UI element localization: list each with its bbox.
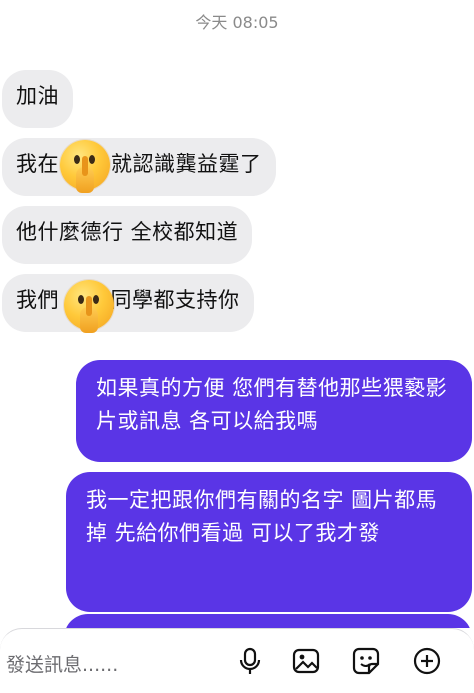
add-icon[interactable] (412, 646, 442, 676)
incoming-message[interactable]: 加油 (2, 70, 73, 128)
message-text-after: 就認識龔益霆了 (111, 152, 262, 176)
microphone-icon[interactable] (235, 646, 265, 676)
shushing-face-emoji (64, 280, 114, 333)
outgoing-message[interactable]: 我一定把跟你們有關的名字 圖片都馬掉 先給你們看過 可以了我才發 (66, 472, 472, 612)
message-composer: 發送訊息...... (0, 628, 474, 693)
message-text: 如果真的方便 您們有替他那些猥褻影片或訊息 各可以給我嗎 (96, 376, 448, 433)
message-input[interactable]: 發送訊息...... (6, 650, 118, 677)
chat-timestamp: 今天 08:05 (195, 13, 279, 32)
incoming-message[interactable]: 我在 就認識龔益霆了 (2, 138, 276, 196)
message-text: 他什麼德行 全校都知道 (16, 220, 239, 244)
message-text: 加油 (16, 84, 59, 108)
incoming-message[interactable]: 我們 的同學都支持你 (2, 274, 254, 332)
message-text-before: 我在 (16, 152, 59, 176)
message-text-before: 我們 (16, 288, 59, 312)
message-text: 我一定把跟你們有關的名字 圖片都馬掉 先給你們看過 可以了我才發 (86, 488, 438, 545)
sticker-icon[interactable] (351, 646, 381, 676)
outgoing-message[interactable]: 如果真的方便 您們有替他那些猥褻影片或訊息 各可以給我嗎 (76, 360, 472, 462)
image-icon[interactable] (291, 646, 321, 676)
incoming-message[interactable]: 他什麼德行 全校都知道 (2, 206, 253, 264)
shushing-face-emoji (60, 140, 110, 193)
